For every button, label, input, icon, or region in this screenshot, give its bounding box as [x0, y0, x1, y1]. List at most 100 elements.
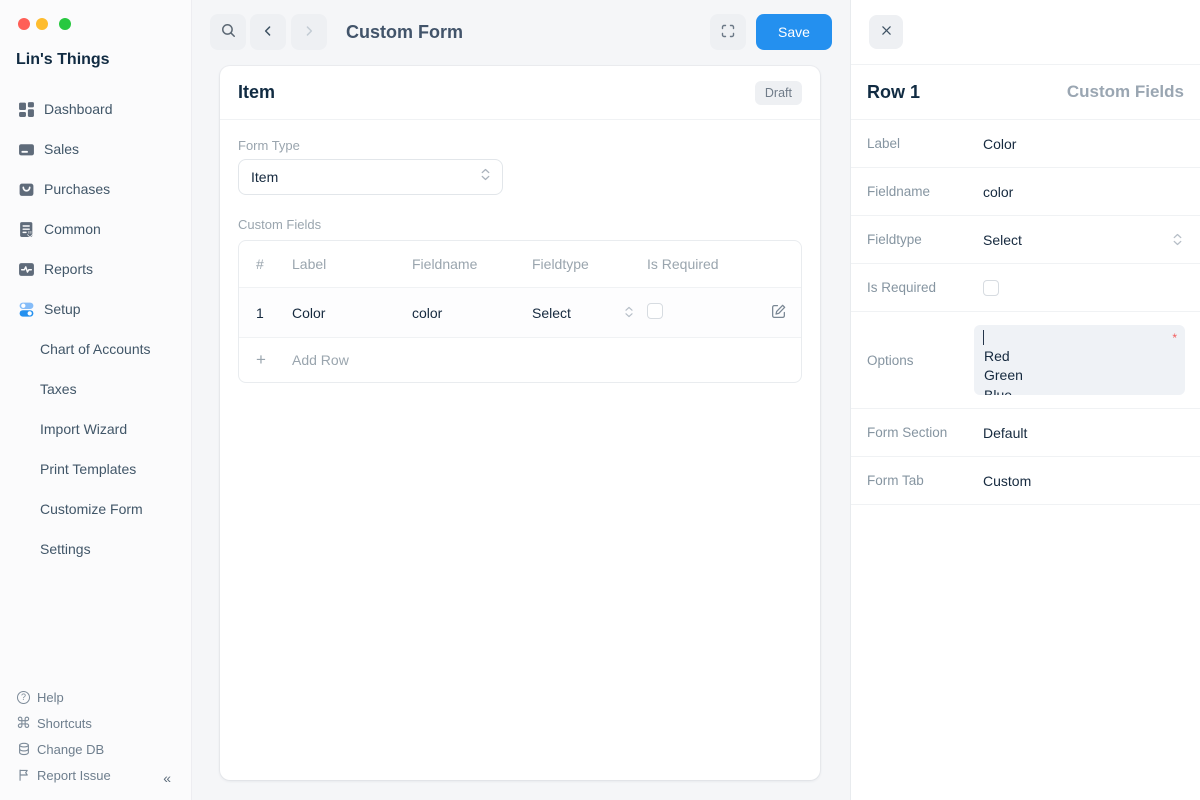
- form-title: Item: [238, 82, 275, 103]
- expand-button[interactable]: [710, 14, 746, 50]
- common-icon: [18, 221, 35, 238]
- sidebar-item-label: Common: [44, 221, 101, 237]
- panel-field-form-section: Form Section Default: [851, 409, 1200, 457]
- help-label: Help: [37, 690, 64, 705]
- reports-icon: [18, 261, 35, 278]
- label-input[interactable]: Color: [983, 136, 1016, 152]
- sidebar-item-purchases[interactable]: Purchases: [0, 169, 191, 209]
- options-textarea[interactable]: Red Green Blue Yellow *: [974, 325, 1185, 395]
- panel-field-fieldtype: Fieldtype Select: [851, 216, 1200, 264]
- chevron-left-icon: [261, 24, 275, 41]
- sidebar: Lin's Things Dashboard Sales Purchases C…: [0, 0, 192, 800]
- options-value: Red Green Blue Yellow: [984, 348, 1024, 396]
- sidebar-item-print-templates[interactable]: Print Templates: [0, 449, 191, 489]
- sidebar-item-dashboard[interactable]: Dashboard: [0, 89, 191, 129]
- form-type-select[interactable]: Item: [238, 159, 503, 195]
- table-row[interactable]: 1 Color color Select: [239, 288, 801, 338]
- shortcuts-button[interactable]: ⌘ Shortcuts: [0, 710, 191, 736]
- field-label: Options: [867, 353, 974, 368]
- panel-field-options: Options Red Green Blue Yellow *: [851, 312, 1200, 409]
- col-is-required: Is Required: [647, 256, 755, 272]
- row-actions-cell: [755, 303, 801, 323]
- row-detail-panel: Row 1 Custom Fields Label Color Fieldnam…: [850, 0, 1200, 800]
- add-row-button[interactable]: + Add Row: [239, 338, 801, 382]
- form-card-header: Item Draft: [220, 66, 820, 120]
- field-label: Is Required: [867, 280, 983, 295]
- text-caret: [983, 330, 984, 345]
- field-label: Form Section: [867, 425, 983, 440]
- sidebar-item-common[interactable]: Common: [0, 209, 191, 249]
- form-card: Item Draft Form Type Item Custom Fields …: [220, 66, 820, 780]
- col-index: #: [256, 256, 292, 272]
- row-is-required-cell: [647, 303, 755, 322]
- sidebar-item-reports[interactable]: Reports: [0, 249, 191, 289]
- page-title: Custom Form: [346, 14, 463, 50]
- purchases-icon: [18, 181, 35, 198]
- sidebar-item-settings[interactable]: Settings: [0, 529, 191, 569]
- setup-icon: [18, 301, 35, 318]
- panel-toolbar: [851, 0, 1200, 65]
- forward-button[interactable]: [291, 14, 327, 50]
- sidebar-item-taxes[interactable]: Taxes: [0, 369, 191, 409]
- fieldname-input[interactable]: color: [983, 184, 1013, 200]
- custom-fields-table: # Label Fieldname Fieldtype Is Required …: [238, 240, 802, 383]
- sidebar-item-sales[interactable]: Sales: [0, 129, 191, 169]
- window-zoom-button[interactable]: [59, 18, 71, 30]
- save-button[interactable]: Save: [756, 14, 832, 50]
- sidebar-item-setup[interactable]: Setup: [0, 289, 191, 329]
- sidebar-item-label: Dashboard: [44, 101, 113, 117]
- close-icon: [880, 24, 893, 40]
- shortcuts-label: Shortcuts: [37, 716, 92, 731]
- panel-field-form-tab: Form Tab Custom: [851, 457, 1200, 505]
- add-row-label: Add Row: [292, 352, 349, 368]
- close-panel-button[interactable]: [869, 15, 903, 49]
- window-minimize-button[interactable]: [36, 18, 48, 30]
- panel-field-is-required: Is Required: [851, 264, 1200, 312]
- is-required-checkbox[interactable]: [983, 280, 999, 296]
- change-db-button[interactable]: Change DB: [0, 736, 191, 762]
- command-icon: ⌘: [16, 716, 31, 731]
- help-icon: ?: [16, 690, 31, 705]
- sales-icon: [18, 141, 35, 158]
- is-required-checkbox[interactable]: [647, 303, 663, 319]
- sidebar-item-customize-form[interactable]: Customize Form: [0, 489, 191, 529]
- chevron-updown-icon: [625, 305, 633, 321]
- main-content: Custom Form Save Item Draft Form Type It…: [192, 0, 850, 800]
- plus-icon: +: [256, 350, 292, 370]
- required-asterisk: *: [1172, 329, 1177, 349]
- panel-title: Row 1: [867, 82, 920, 103]
- search-icon: [220, 22, 237, 42]
- sidebar-nav: Dashboard Sales Purchases Common Reports: [0, 89, 191, 569]
- form-type-label: Form Type: [238, 138, 802, 153]
- status-badge: Draft: [755, 81, 802, 105]
- panel-subtitle: Custom Fields: [1067, 82, 1184, 102]
- panel-field-fieldname: Fieldname color: [851, 168, 1200, 216]
- form-tab-input[interactable]: Custom: [983, 473, 1031, 489]
- panel-header: Row 1 Custom Fields: [851, 65, 1200, 120]
- form-section-input[interactable]: Default: [983, 425, 1027, 441]
- col-label: Label: [292, 256, 412, 272]
- fieldtype-select[interactable]: Select: [983, 232, 1022, 248]
- field-label: Form Tab: [867, 473, 983, 488]
- form-card-body: Form Type Item Custom Fields # Label Fie…: [220, 120, 820, 401]
- collapse-sidebar-icon[interactable]: «: [163, 770, 169, 786]
- sidebar-item-chart-of-accounts[interactable]: Chart of Accounts: [0, 329, 191, 369]
- sidebar-item-label: Sales: [44, 141, 79, 157]
- sidebar-item-import-wizard[interactable]: Import Wizard: [0, 409, 191, 449]
- row-fieldtype-select[interactable]: Select: [532, 305, 647, 321]
- row-index: 1: [256, 305, 292, 321]
- flag-icon: [16, 768, 31, 783]
- back-button[interactable]: [250, 14, 286, 50]
- dashboard-icon: [18, 101, 35, 118]
- chevron-updown-icon: [481, 168, 490, 186]
- search-button[interactable]: [210, 14, 246, 50]
- sidebar-item-label: Setup: [44, 301, 81, 317]
- window-close-button[interactable]: [18, 18, 30, 30]
- change-db-label: Change DB: [37, 742, 104, 757]
- sidebar-item-label: Purchases: [44, 181, 110, 197]
- field-label: Fieldtype: [867, 232, 983, 247]
- row-label-cell[interactable]: Color: [292, 305, 412, 321]
- row-fieldname-cell[interactable]: color: [412, 305, 532, 321]
- edit-row-icon[interactable]: [770, 303, 787, 323]
- help-button[interactable]: ? Help: [0, 684, 191, 710]
